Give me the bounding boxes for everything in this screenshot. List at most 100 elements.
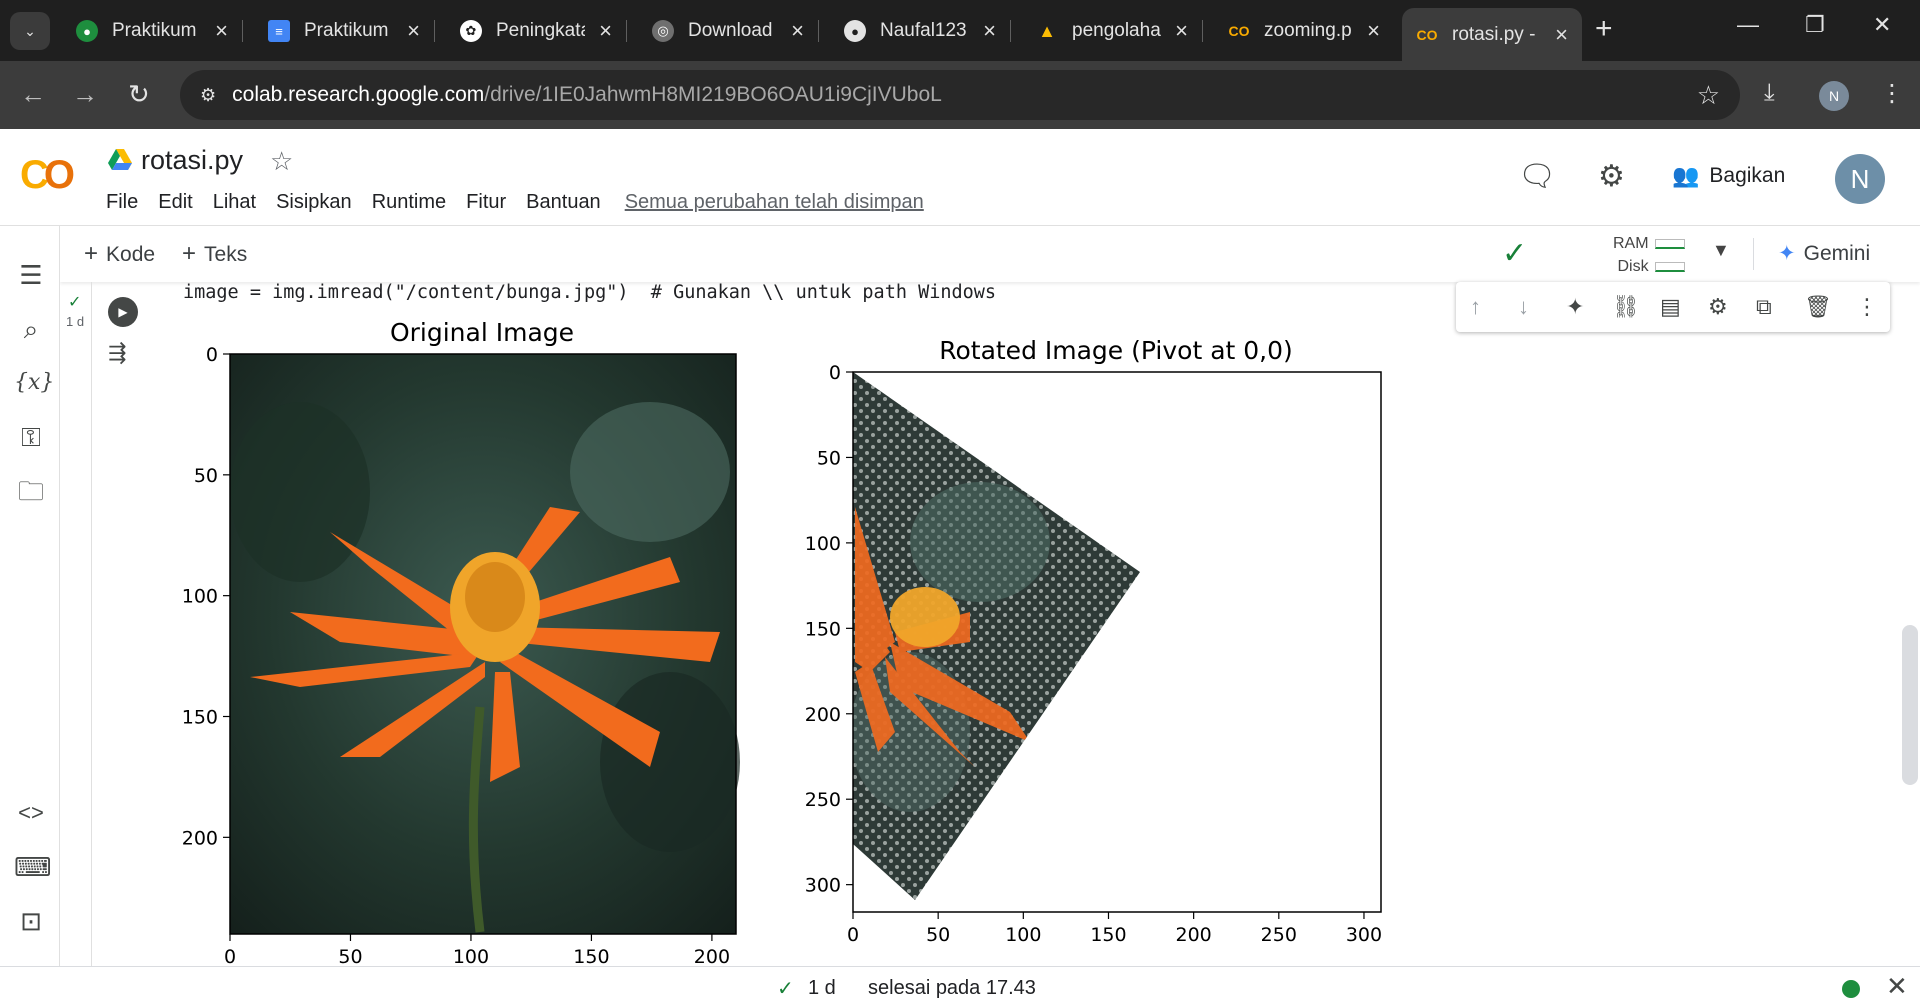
back-icon[interactable]: ← — [20, 79, 46, 110]
close-icon[interactable]: × — [1175, 18, 1188, 44]
forward-icon[interactable]: → — [72, 79, 98, 110]
y-tick-label: 250 — [805, 789, 841, 811]
tab-search-button[interactable]: ⌄ — [10, 12, 50, 50]
search-icon[interactable]: ⌕ — [14, 312, 48, 346]
original-image — [230, 354, 740, 934]
figure-output: Original Image 0 50 100 150 200 0 50 100… — [150, 312, 1410, 968]
account-avatar[interactable]: N — [1835, 154, 1885, 204]
more-options-icon[interactable]: ⋮ — [1856, 294, 1878, 320]
bookmark-star-icon[interactable]: ☆ — [1697, 80, 1720, 111]
left-x-ticks: 0 50 100 150 200 — [224, 934, 730, 968]
colab-green-icon: ● — [76, 20, 98, 42]
code-snippets-icon[interactable]: <> — [14, 796, 48, 830]
y-tick-label: 150 — [182, 707, 218, 729]
share-button[interactable]: 👥 Bagikan — [1672, 163, 1785, 189]
gemini-button[interactable]: ✦ Gemini — [1778, 241, 1870, 266]
close-status-icon[interactable]: ✕ — [1886, 971, 1908, 1002]
people-icon: 👥 — [1672, 163, 1700, 188]
move-down-icon[interactable]: ↓ — [1518, 294, 1529, 320]
drive-icon[interactable] — [108, 149, 132, 171]
status-message: selesai pada 17.43 — [868, 977, 1036, 999]
gear-icon[interactable]: ⚙ — [1598, 159, 1625, 194]
runtime-status-dot[interactable] — [1842, 980, 1860, 998]
close-icon[interactable]: × — [407, 18, 420, 44]
gear-icon[interactable]: ⚙ — [1708, 294, 1728, 320]
close-icon[interactable]: × — [215, 18, 228, 44]
close-icon[interactable]: × — [1555, 22, 1568, 48]
site-info-icon[interactable]: ⚙ — [200, 85, 216, 106]
trash-icon[interactable]: 🗑 — [1804, 294, 1832, 320]
folder-icon[interactable]: 🗀 — [14, 474, 48, 508]
browser-menu-icon[interactable]: ⋮ — [1880, 79, 1904, 108]
menu-help[interactable]: Bantuan — [526, 191, 601, 214]
vertical-scrollbar[interactable] — [1902, 625, 1918, 785]
browser-tab[interactable]: CO zooming.p × — [1214, 8, 1394, 54]
comment-icon[interactable]: 🗨 — [1518, 159, 1556, 194]
close-icon[interactable]: × — [983, 18, 996, 44]
command-palette-icon[interactable]: ⌨ — [14, 850, 52, 884]
x-tick-label: 50 — [926, 924, 950, 946]
minimize-button[interactable]: — — [1737, 12, 1759, 38]
window-close-button[interactable]: ✕ — [1873, 12, 1891, 38]
browser-tab[interactable]: ◎ Download × — [638, 8, 819, 54]
reload-icon[interactable]: ↻ — [128, 79, 150, 110]
browser-tab-active[interactable]: CO rotasi.py - × — [1402, 8, 1582, 61]
menu-file[interactable]: File — [106, 191, 138, 214]
code-line[interactable]: image = img.imread("/content/bunga.jpg")… — [183, 282, 996, 303]
y-tick-label: 300 — [805, 875, 841, 897]
move-up-icon[interactable]: ↑ — [1470, 294, 1481, 320]
play-icon: ▶ — [118, 305, 128, 319]
link-icon[interactable]: ⛓ — [1612, 294, 1640, 320]
tab-label: pengolaha — [1072, 20, 1161, 41]
add-code-button[interactable]: + Kode — [84, 240, 155, 268]
notebook-toolbar: +Kode +Teks ✓ RAM Disk ▼ ✦Gemini ︿ — [60, 226, 1920, 282]
close-icon[interactable]: × — [1367, 18, 1380, 44]
left-sidebar: ☰ ⌕ {x} ⚿ 🗀 <> ⌨ ⊡ — [0, 226, 60, 966]
key-icon[interactable]: ⚿ — [14, 420, 48, 454]
close-icon[interactable]: × — [599, 18, 612, 44]
ram-disk-indicator[interactable]: RAM Disk — [1613, 232, 1685, 278]
browser-tab[interactable]: ● Naufal123 × — [830, 8, 1011, 54]
colab-logo[interactable]: CO — [20, 153, 75, 198]
browser-profile-avatar[interactable]: N — [1819, 81, 1849, 111]
close-icon[interactable]: × — [791, 18, 804, 44]
mirror-cell-icon[interactable]: ⧉ — [1756, 294, 1772, 320]
star-icon[interactable]: ☆ — [270, 146, 293, 177]
new-tab-button[interactable]: + — [1595, 14, 1613, 44]
url-host: colab.research.google.com — [232, 83, 485, 106]
x-tick-label: 0 — [224, 946, 236, 966]
download-icon[interactable]: ⤓ — [1764, 79, 1775, 107]
run-cell-button[interactable]: ▶ — [108, 297, 138, 327]
browser-tab[interactable]: ● Praktikum × — [62, 8, 243, 54]
x-tick-label: 150 — [1090, 924, 1126, 946]
variables-icon[interactable]: {x} — [14, 366, 54, 400]
y-tick-label: 0 — [206, 344, 218, 366]
gemini-spark-icon[interactable]: ✦ — [1566, 294, 1584, 320]
gemini-spark-icon: ✦ — [1778, 242, 1796, 265]
add-text-button[interactable]: + Teks — [182, 240, 247, 268]
browser-tab[interactable]: ✿ Peningkata × — [446, 8, 627, 54]
menu-insert[interactable]: Sisipkan — [276, 191, 352, 214]
address-bar[interactable]: ⚙ colab.research.google.com/drive/1IE0Ja… — [180, 70, 1740, 120]
notebook-title[interactable]: rotasi.py — [141, 145, 243, 176]
menu-view[interactable]: Lihat — [213, 191, 256, 214]
colab-header: CO rotasi.py ☆ File Edit Lihat Sisipkan … — [0, 129, 1920, 226]
saved-status-link[interactable]: Semua perubahan telah disimpan — [625, 191, 924, 214]
y-tick-label: 150 — [805, 618, 841, 640]
menu-edit[interactable]: Edit — [158, 191, 192, 214]
menu-tools[interactable]: Fitur — [466, 191, 506, 214]
runtime-dropdown-icon[interactable]: ▼ — [1712, 240, 1730, 261]
colab-icon: CO — [1416, 26, 1438, 43]
terminal-icon[interactable]: ⊡ — [14, 904, 48, 938]
browser-tab[interactable]: ▲ pengolaha × — [1022, 8, 1203, 54]
x-tick-label: 0 — [847, 924, 859, 946]
menu-runtime[interactable]: Runtime — [372, 191, 446, 214]
connected-check-icon[interactable]: ✓ — [1502, 236, 1527, 271]
github-icon: ● — [844, 20, 866, 42]
restore-button[interactable]: ❐ — [1805, 12, 1825, 38]
output-menu-icon[interactable]: ⇶ — [108, 340, 126, 366]
disk-bar — [1654, 261, 1685, 272]
browser-tab[interactable]: ≡ Praktikum × — [254, 8, 435, 54]
table-of-contents-icon[interactable]: ☰ — [14, 258, 48, 292]
comment-icon[interactable]: ▤ — [1660, 294, 1681, 320]
